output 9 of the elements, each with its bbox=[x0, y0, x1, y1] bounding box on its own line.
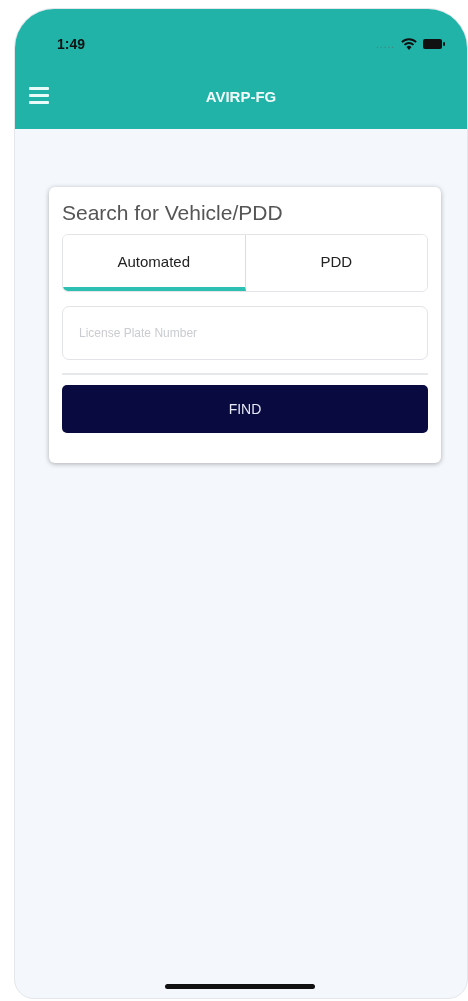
signal-dots: ..... bbox=[376, 38, 395, 50]
menu-icon[interactable] bbox=[29, 87, 49, 104]
wifi-icon bbox=[401, 38, 417, 50]
card-title: Search for Vehicle/PDD bbox=[62, 201, 284, 225]
app-title: AVIRP-FG bbox=[205, 87, 277, 105]
tab[interactable]: Automated bbox=[63, 235, 246, 291]
battery-icon bbox=[423, 39, 445, 49]
status-time: 1:49 bbox=[57, 36, 86, 52]
find-button[interactable]: FIND bbox=[62, 385, 428, 433]
